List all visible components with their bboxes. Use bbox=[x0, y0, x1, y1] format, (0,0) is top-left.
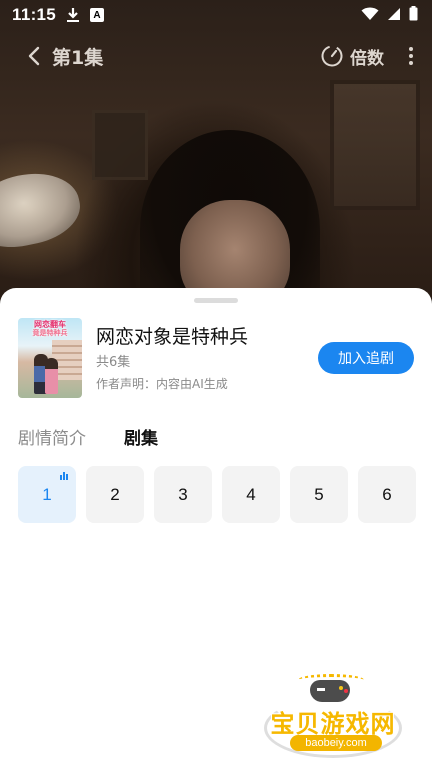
drama-title: 网恋对象是特种兵 bbox=[96, 326, 249, 348]
drama-cover[interactable]: 网恋翻车 竟是特种兵 bbox=[18, 318, 82, 398]
chevron-left-icon bbox=[28, 46, 40, 66]
add-to-follow-button[interactable]: 加入追剧 bbox=[318, 342, 414, 374]
download-icon bbox=[66, 7, 80, 23]
battery-icon bbox=[409, 5, 418, 25]
drag-handle[interactable] bbox=[194, 298, 238, 303]
episode-grid: 1 2 3 4 5 6 bbox=[18, 466, 416, 523]
background-picture bbox=[92, 110, 148, 180]
watermark-url: baobeiy.com bbox=[290, 735, 382, 751]
now-playing-icon bbox=[60, 472, 69, 480]
speed-gauge-icon bbox=[321, 45, 343, 67]
background-lamp bbox=[0, 164, 87, 256]
back-button[interactable] bbox=[24, 44, 44, 68]
playback-speed-button[interactable]: 倍数 bbox=[320, 44, 384, 69]
gamepad-icon bbox=[310, 680, 350, 702]
episode-item[interactable]: 3 bbox=[154, 466, 212, 523]
episode-item[interactable]: 5 bbox=[290, 466, 348, 523]
a-app-icon: A bbox=[90, 8, 105, 22]
status-time: 11:15 bbox=[12, 5, 57, 24]
more-vertical-icon bbox=[409, 47, 413, 65]
episode-item[interactable]: 4 bbox=[222, 466, 280, 523]
site-watermark: 宝贝游戏网 baobeiy.com bbox=[258, 674, 408, 760]
cover-caption: 网恋翻车 竟是特种兵 bbox=[32, 320, 68, 337]
episode-item[interactable]: 2 bbox=[86, 466, 144, 523]
sheet-tabs: 剧情简介 剧集 bbox=[18, 424, 158, 449]
speed-label: 倍数 bbox=[350, 48, 384, 69]
signal-icon bbox=[387, 6, 401, 25]
status-bar: 11:15 A bbox=[0, 0, 432, 30]
tab-episodes[interactable]: 剧集 bbox=[124, 424, 158, 449]
author-note: 作者声明：内容由AI生成 bbox=[96, 377, 228, 391]
episode-item[interactable]: 6 bbox=[358, 466, 416, 523]
more-options-button[interactable] bbox=[406, 44, 416, 68]
episode-title: 第1集 bbox=[52, 46, 104, 69]
background-window bbox=[330, 80, 420, 210]
episode-count: 共6集 bbox=[96, 355, 131, 370]
wifi-icon bbox=[361, 6, 379, 25]
watermark-text: 宝贝游戏网 bbox=[270, 710, 396, 738]
player-top-bar: 第1集 倍数 bbox=[0, 36, 432, 76]
cover-person bbox=[45, 358, 58, 394]
episode-item[interactable]: 1 bbox=[18, 466, 76, 523]
tab-synopsis[interactable]: 剧情简介 bbox=[18, 424, 86, 449]
